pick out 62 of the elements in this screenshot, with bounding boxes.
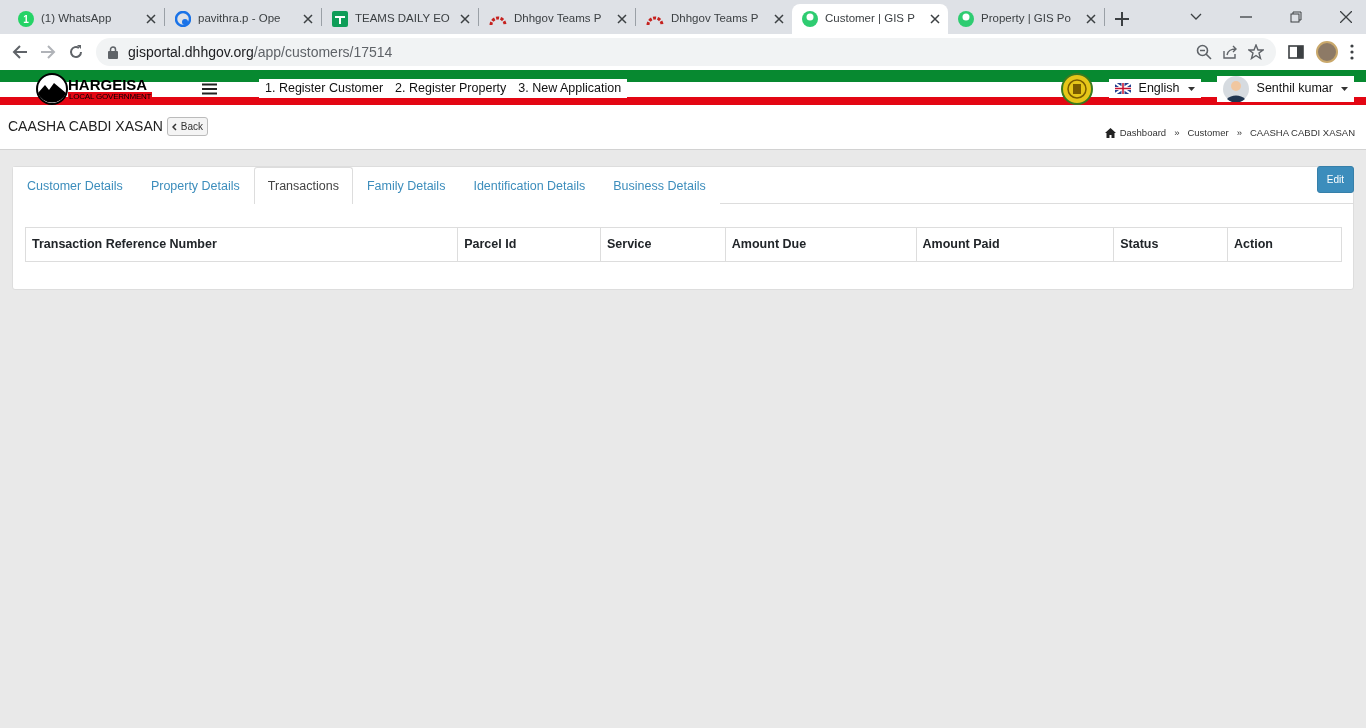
share-icon[interactable] [1222,44,1238,60]
star-icon[interactable] [1248,44,1264,60]
edit-button[interactable]: Edit [1316,166,1354,193]
close-icon[interactable] [1086,14,1096,24]
browser-tab[interactable]: Dhhgov Teams P [479,4,635,34]
column-header: Transaction Reference Number [25,227,458,261]
browser-tab[interactable]: Property | GIS Po [948,4,1104,34]
browser-tab[interactable]: 1 (1) WhatsApp [8,4,164,34]
close-icon[interactable] [930,14,940,24]
breadcrumb-current: CAASHA CABDI XASAN [1249,125,1355,140]
chevron-left-icon [171,122,177,131]
logo-emblem-icon [36,72,68,105]
close-icon[interactable] [617,14,627,24]
notification-badge: 1 [18,11,34,27]
zoom-out-icon[interactable] [1196,44,1212,60]
nav-link[interactable]: 2. Register Property [389,79,513,98]
home-icon [1104,128,1116,138]
column-header: Amount Paid [916,227,1114,261]
chevron-down-icon[interactable] [1190,13,1202,21]
nav-link[interactable]: 3. New Application [512,79,628,98]
breadcrumb-separator: » [1174,125,1180,140]
flag-icon [1114,83,1131,94]
back-button[interactable]: Back [166,117,209,136]
caret-icon [1187,86,1195,91]
new-tab-icon[interactable] [1115,12,1129,26]
back-arrow-icon[interactable] [12,45,28,59]
language-dropdown[interactable]: English [1108,79,1201,98]
close-icon[interactable] [303,14,313,24]
address-bar[interactable]: gisportal.dhhgov.org/app/customers/17514 [96,38,1276,66]
close-icon[interactable] [774,14,784,24]
side-panel-icon[interactable] [1288,45,1304,59]
browser-tab[interactable]: Customer | GIS P [792,4,948,34]
breadcrumb-link[interactable]: Customer [1187,125,1229,140]
menu-icon[interactable] [202,82,217,95]
reload-icon[interactable] [68,44,84,60]
caret-icon [1341,86,1348,91]
browser-tab[interactable]: Dhhgov Teams P [636,4,792,34]
column-header: Parcel Id [457,227,601,261]
column-header: Amount Due [725,227,917,261]
close-icon[interactable] [146,14,156,24]
column-header: Service [600,227,726,261]
user-menu[interactable]: Senthil kumar [1216,75,1354,102]
browser-tab[interactable]: pavithra.p - Ope [165,4,321,34]
column-header: Status [1113,227,1228,261]
url-text: gisportal.dhhgov.org/app/customers/17514 [128,42,394,62]
restore-icon[interactable] [1290,11,1302,23]
logo-subtitle: LOCAL GOVERNMENT [68,91,153,101]
browser-tab[interactable]: TEAMS DAILY EO [322,4,478,34]
seal-icon [1060,72,1093,105]
nav-link[interactable]: 1. Register Customer [259,79,390,98]
tab[interactable]: Customer Details [13,167,137,204]
tab[interactable]: Transactions [253,167,353,204]
page-title: CAASHA CABDI XASAN [8,117,163,136]
more-icon[interactable] [1350,44,1354,60]
avatar-icon [1222,75,1249,102]
profile-avatar[interactable] [1316,41,1338,63]
breadcrumb-separator: » [1236,125,1242,140]
breadcrumb-link[interactable]: Dashboard [1119,125,1167,140]
lock-icon [108,45,118,59]
close-icon[interactable] [460,14,470,24]
close-icon[interactable] [1340,11,1352,23]
column-header: Action [1227,227,1342,261]
